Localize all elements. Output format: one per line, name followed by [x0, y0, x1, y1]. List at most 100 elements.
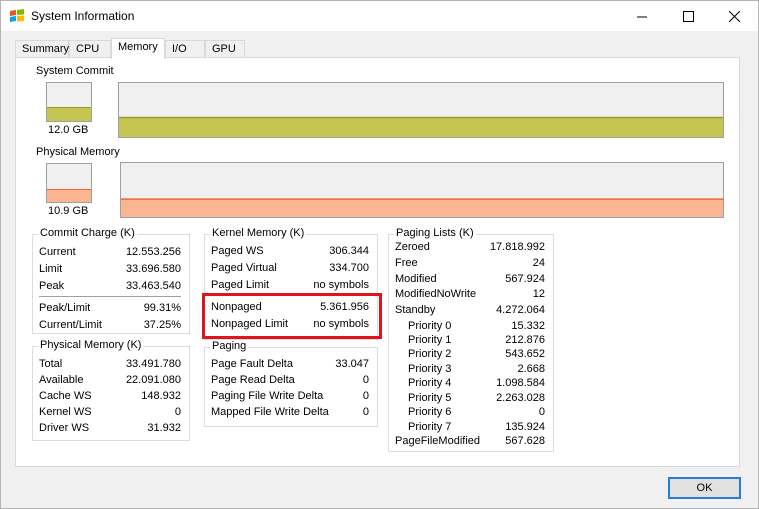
pl-priority-2-row: Priority 2 543.652: [408, 348, 545, 362]
row-value: 99.31%: [143, 302, 181, 314]
row-key: Priority 5: [408, 392, 452, 404]
system-commit-mini-graph: [46, 82, 92, 122]
paging-group: Paging Page Fault Delta 33.047 Page Read …: [204, 340, 378, 427]
row-value: 0: [362, 390, 369, 402]
row-key: Paged Virtual: [211, 262, 277, 274]
km-paged-ws-row: Paged WS 306.344: [211, 245, 369, 259]
row-value: 12.553.256: [125, 246, 181, 258]
row-key: Priority 7: [408, 421, 452, 433]
physical-memory-graph-label: Physical Memory: [36, 146, 120, 158]
history-area: [121, 199, 723, 217]
row-key: Peak: [39, 280, 65, 292]
row-key: ModifiedNoWrite: [395, 288, 477, 300]
row-value: 135.924: [505, 421, 545, 433]
km-paged-virtual-row: Paged Virtual 334.700: [211, 262, 369, 276]
commit-current-row: Current 12.553.256: [39, 246, 181, 260]
row-key: PageFileModified: [395, 435, 480, 447]
row-value: 33.047: [335, 358, 369, 370]
pl-priority-0-row: Priority 0 15.332: [408, 320, 545, 334]
paging-file-write-row: Paging File Write Delta 0: [211, 390, 369, 404]
row-value: 0: [538, 406, 545, 418]
row-key: Mapped File Write Delta: [211, 406, 329, 418]
paging-fault-delta-row: Page Fault Delta 33.047: [211, 358, 369, 372]
row-key: Current/Limit: [39, 319, 102, 331]
pl-priority-3-row: Priority 3 2.668: [408, 363, 545, 377]
pl-pagefile-modified-row: PageFileModified 567.628: [395, 435, 545, 449]
physical-memory-mini-graph: [46, 163, 92, 203]
history-area: [119, 117, 723, 137]
row-key: Priority 6: [408, 406, 452, 418]
row-key: Page Read Delta: [211, 374, 295, 386]
row-value: 1.098.584: [496, 377, 545, 389]
pm-driver-ws-row: Driver WS 31.932: [39, 422, 181, 436]
ok-button-label: OK: [696, 482, 713, 494]
row-key: Current: [39, 246, 76, 258]
commit-divider: [39, 296, 181, 297]
pl-priority-5-row: Priority 5 2.263.028: [408, 392, 545, 406]
row-value: 148.932: [141, 390, 181, 402]
row-value: 306.344: [329, 245, 369, 257]
row-value: 212.876: [505, 334, 545, 346]
row-value: 15.332: [511, 320, 545, 332]
ok-button[interactable]: OK: [668, 477, 741, 499]
commit-charge-group: Commit Charge (K) Current 12.553.256 Limi…: [32, 227, 190, 334]
paging-title: Paging: [210, 340, 249, 352]
row-value: 543.652: [505, 348, 545, 360]
paging-lists-title: Paging Lists (K): [394, 227, 476, 239]
tab-memory[interactable]: Memory: [111, 38, 165, 59]
window-title: System Information: [31, 9, 135, 23]
pm-total-row: Total 33.491.780: [39, 358, 181, 372]
row-key: Paged Limit: [211, 279, 270, 291]
row-key: Priority 1: [408, 334, 452, 346]
row-value: 17.818.992: [489, 241, 545, 253]
system-commit-value: 12.0 GB: [48, 124, 89, 136]
row-key: Available: [39, 374, 84, 386]
close-icon: [728, 10, 740, 22]
row-key: Priority 0: [408, 320, 452, 332]
paging-read-delta-row: Page Read Delta 0: [211, 374, 369, 388]
row-value: 2.668: [517, 363, 545, 375]
system-commit-label: System Commit: [36, 65, 114, 77]
title-bar[interactable]: System Information: [1, 1, 758, 31]
pm-available-row: Available 22.091.080: [39, 374, 181, 388]
pm-cache-ws-row: Cache WS 148.932: [39, 390, 181, 404]
row-value: 31.932: [147, 422, 181, 434]
row-value: 0: [362, 406, 369, 418]
row-key: Standby: [395, 304, 436, 316]
row-key: Priority 4: [408, 377, 452, 389]
row-key: Free: [395, 257, 418, 269]
row-value: 12: [532, 288, 545, 300]
tab-label: Summary: [22, 43, 70, 55]
tab-io[interactable]: I/O: [165, 40, 205, 58]
row-key: Total: [39, 358, 63, 370]
row-value: no symbols: [313, 279, 369, 291]
tab-cpu[interactable]: CPU: [69, 40, 111, 58]
paging-lists-group: Paging Lists (K) Zeroed 17.818.992 Free 24…: [388, 227, 554, 452]
tab-summary[interactable]: Summary: [15, 40, 69, 58]
minimize-button[interactable]: [619, 1, 665, 31]
physical-memory-value: 10.9 GB: [48, 205, 89, 217]
row-value: 33.463.540: [125, 280, 181, 292]
system-commit-level: [47, 107, 91, 121]
physical-memory-level: [47, 189, 91, 202]
pm-kernel-ws-row: Kernel WS 0: [39, 406, 181, 420]
row-key: Zeroed: [395, 241, 430, 253]
row-value: 24: [532, 257, 545, 269]
km-paged-limit-row: Paged Limit no symbols: [211, 279, 369, 293]
physical-memory-title: Physical Memory (K): [38, 339, 144, 351]
tab-gpu[interactable]: GPU: [205, 40, 245, 58]
row-key: Paged WS: [211, 245, 264, 257]
row-value: 0: [174, 406, 181, 418]
row-value: 567.628: [505, 435, 545, 447]
tab-label: CPU: [76, 43, 100, 55]
pl-priority-4-row: Priority 4 1.098.584: [408, 377, 545, 391]
pl-free-row: Free 24: [395, 257, 545, 271]
maximize-button[interactable]: [665, 1, 711, 31]
maximize-icon: [682, 10, 694, 22]
system-information-window: System Information Summary CPU Memory I/…: [0, 0, 759, 509]
close-button[interactable]: [711, 1, 757, 31]
row-value: 334.700: [329, 262, 369, 274]
commit-current-limit-row: Current/Limit 37.25%: [39, 319, 181, 333]
tab-label: I/O: [172, 43, 187, 55]
row-key: Driver WS: [39, 422, 90, 434]
